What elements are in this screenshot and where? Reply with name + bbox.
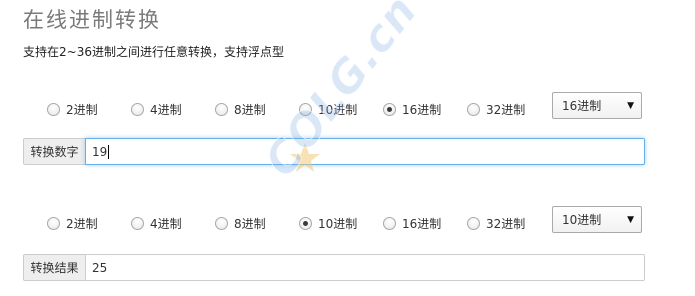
- input-radio-8[interactable]: 8进制: [215, 99, 266, 119]
- input-radio-32[interactable]: 32进制: [467, 99, 525, 119]
- input-number-label: 转换数字: [23, 138, 85, 165]
- input-radio-16[interactable]: 16进制: [383, 99, 441, 119]
- input-number-field[interactable]: 19: [85, 138, 645, 165]
- radio-label: 2进制: [66, 102, 98, 117]
- input-radio-2[interactable]: 2进制: [47, 99, 98, 119]
- radio-label: 32进制: [486, 216, 526, 231]
- output-radix-select[interactable]: 10进制 ▼: [552, 206, 642, 233]
- radio-label: 2进制: [66, 216, 98, 231]
- output-radio-10[interactable]: 10进制: [299, 213, 357, 233]
- chevron-down-icon: ▼: [627, 101, 634, 111]
- radio-button[interactable]: [215, 102, 228, 116]
- radio-label: 16进制: [402, 102, 442, 117]
- radio-label: 10进制: [318, 216, 358, 231]
- input-number-group: 转换数字 19: [23, 138, 645, 165]
- radio-button[interactable]: [467, 102, 480, 116]
- chevron-down-icon: ▼: [627, 215, 634, 225]
- radio-button[interactable]: [131, 216, 144, 230]
- text-caret: [108, 144, 110, 159]
- output-result-field[interactable]: 25: [85, 254, 645, 281]
- select-value: 10进制: [562, 213, 602, 227]
- radio-label: 16进制: [402, 216, 442, 231]
- input-radio-4[interactable]: 4进制: [131, 99, 182, 119]
- radio-label: 8进制: [234, 216, 266, 231]
- output-result-label: 转换结果: [23, 254, 85, 281]
- radio-button-checked[interactable]: [299, 216, 312, 230]
- select-value: 16进制: [562, 99, 602, 113]
- output-radio-8[interactable]: 8进制: [215, 213, 266, 233]
- output-result-value: 25: [92, 260, 108, 275]
- radio-button[interactable]: [299, 102, 312, 116]
- radio-button[interactable]: [131, 102, 144, 116]
- page-description: 支持在2~36进制之间进行任意转换，支持浮点型: [23, 45, 284, 59]
- output-radix-radio-group: 2进制 4进制 8进制 10进制 16进制 32进制: [0, 213, 560, 233]
- page-title: 在线进制转换: [23, 8, 161, 32]
- radio-label: 8进制: [234, 102, 266, 117]
- output-radio-16[interactable]: 16进制: [383, 213, 441, 233]
- radio-button[interactable]: [383, 216, 396, 230]
- radio-label: 10进制: [318, 102, 358, 117]
- output-radio-4[interactable]: 4进制: [131, 213, 182, 233]
- input-radio-10[interactable]: 10进制: [299, 99, 357, 119]
- input-number-value: 19: [92, 144, 108, 159]
- radio-button[interactable]: [215, 216, 228, 230]
- radio-label: 4进制: [150, 102, 182, 117]
- input-radix-radio-group: 2进制 4进制 8进制 10进制 16进制 32进制: [0, 99, 560, 119]
- input-radix-select[interactable]: 16进制 ▼: [552, 92, 642, 119]
- output-result-group: 转换结果 25: [23, 254, 645, 281]
- radio-label: 32进制: [486, 102, 526, 117]
- radio-button-checked[interactable]: [383, 102, 396, 116]
- radio-label: 4进制: [150, 216, 182, 231]
- radio-button[interactable]: [467, 216, 480, 230]
- output-radio-2[interactable]: 2进制: [47, 213, 98, 233]
- radio-button[interactable]: [47, 102, 60, 116]
- output-radio-32[interactable]: 32进制: [467, 213, 525, 233]
- radio-button[interactable]: [47, 216, 60, 230]
